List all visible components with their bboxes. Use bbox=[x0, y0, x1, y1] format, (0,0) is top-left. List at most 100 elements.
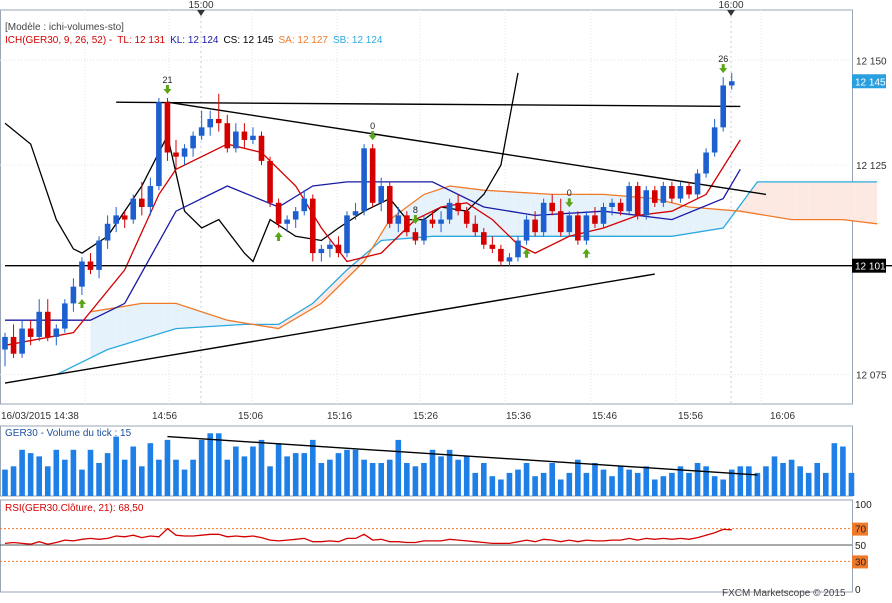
volume-bar bbox=[412, 466, 419, 496]
rsi-pane: RSI(GER30.Clôture, 21): 68,50 bbox=[0, 503, 852, 562]
candle-body bbox=[498, 248, 504, 262]
volume-bar bbox=[62, 459, 68, 496]
kumo-segment bbox=[684, 205, 689, 235]
kumo-segment bbox=[830, 181, 835, 220]
kumo-segment bbox=[812, 181, 818, 220]
top-time-label: 15:00 bbox=[188, 0, 213, 11]
candle-body bbox=[429, 219, 436, 224]
candle-body bbox=[421, 219, 427, 241]
candle-body bbox=[506, 257, 513, 262]
candle bbox=[224, 114, 231, 153]
volume-bar bbox=[677, 466, 684, 496]
footer-copyright: FXCM Marketscope © 2015 bbox=[722, 588, 846, 599]
buy-signal-arrow bbox=[582, 248, 591, 258]
volume-bar bbox=[814, 463, 821, 496]
candle bbox=[523, 215, 530, 245]
candle bbox=[207, 110, 213, 136]
candle-body bbox=[44, 311, 51, 337]
candle bbox=[70, 278, 77, 312]
candle-body bbox=[27, 328, 34, 337]
volume-bar bbox=[233, 446, 239, 496]
volume-bar bbox=[96, 463, 102, 496]
kumo-segment bbox=[150, 303, 155, 337]
candle-body bbox=[361, 148, 367, 212]
candle bbox=[250, 127, 256, 145]
candle-body bbox=[284, 219, 290, 224]
arrow-down-icon bbox=[719, 64, 728, 74]
buy-signal-arrow bbox=[77, 299, 86, 309]
kumo-segment bbox=[765, 181, 771, 217]
volume-bar bbox=[327, 459, 333, 496]
candle bbox=[575, 211, 581, 245]
candle-body bbox=[634, 186, 641, 216]
volume-bar bbox=[737, 466, 744, 496]
ichimoku-legend-item: KL: 12 124 bbox=[170, 35, 219, 46]
candle-body bbox=[233, 131, 239, 149]
kumo-segment bbox=[838, 181, 843, 220]
kumo-segment bbox=[124, 305, 129, 345]
candle-body bbox=[139, 198, 145, 207]
time-axis-tick: 15:56 bbox=[678, 411, 703, 422]
candle bbox=[352, 202, 359, 220]
volume-bar bbox=[156, 459, 162, 496]
volume-bar bbox=[515, 469, 521, 496]
candle bbox=[361, 144, 367, 216]
kumo-segment bbox=[488, 190, 493, 237]
kumo-segment bbox=[710, 208, 715, 231]
candle bbox=[489, 236, 496, 254]
volume-bar bbox=[780, 463, 786, 496]
volume-bar bbox=[506, 472, 513, 496]
candle-body bbox=[190, 135, 196, 149]
volume-bar bbox=[626, 469, 632, 496]
candle-body bbox=[438, 219, 444, 224]
kumo-segment bbox=[620, 195, 625, 237]
kumo-segment bbox=[770, 181, 775, 217]
arrow-up-icon bbox=[77, 299, 86, 309]
volume-bar bbox=[70, 449, 77, 496]
kumo-segment bbox=[492, 190, 497, 237]
volume-bar bbox=[566, 472, 573, 496]
candle-body bbox=[96, 240, 102, 270]
volume-bar bbox=[840, 446, 846, 496]
candle bbox=[292, 207, 299, 228]
top-time-pointer bbox=[727, 10, 735, 16]
candle bbox=[241, 123, 248, 149]
volume-bar bbox=[489, 476, 496, 496]
kumo-segment bbox=[180, 304, 185, 329]
buy-signal-arrow bbox=[274, 231, 283, 241]
volume-bar bbox=[848, 472, 855, 496]
candle-body bbox=[113, 215, 119, 224]
candle bbox=[113, 207, 119, 233]
kumo-segment bbox=[146, 303, 151, 338]
candle bbox=[301, 190, 308, 216]
candle-body bbox=[70, 286, 77, 304]
candle-body bbox=[335, 244, 342, 254]
ichimoku-legend-item: CS: 12 145 bbox=[223, 35, 273, 46]
candle bbox=[421, 215, 427, 245]
candle-body bbox=[164, 102, 171, 153]
volume-bar bbox=[344, 449, 350, 496]
candle-body bbox=[566, 215, 573, 233]
candle-body bbox=[532, 219, 538, 233]
time-axis-tick: 15:06 bbox=[238, 411, 263, 422]
candle bbox=[181, 144, 188, 166]
volume-bar bbox=[267, 466, 273, 496]
candle-body bbox=[207, 118, 213, 128]
volume-bar bbox=[634, 472, 641, 496]
kumo-segment bbox=[697, 207, 702, 233]
volume-bar bbox=[2, 469, 8, 496]
sell-signal-arrow: 21 bbox=[162, 75, 172, 95]
candle-body bbox=[36, 311, 42, 337]
kumo-segment bbox=[111, 307, 117, 349]
candle bbox=[258, 131, 265, 166]
volume-bar bbox=[335, 453, 342, 496]
volume-bar bbox=[164, 439, 171, 496]
volume-bar bbox=[275, 443, 282, 496]
price-axis-tick: 12 150 bbox=[856, 56, 887, 67]
volume-bar bbox=[215, 433, 222, 496]
kumo-segment bbox=[103, 308, 108, 352]
candle bbox=[318, 244, 325, 262]
sell-signal-arrow: 0 bbox=[368, 121, 377, 141]
current-price-label: 12 145 bbox=[855, 77, 886, 88]
candle-body bbox=[575, 215, 581, 241]
